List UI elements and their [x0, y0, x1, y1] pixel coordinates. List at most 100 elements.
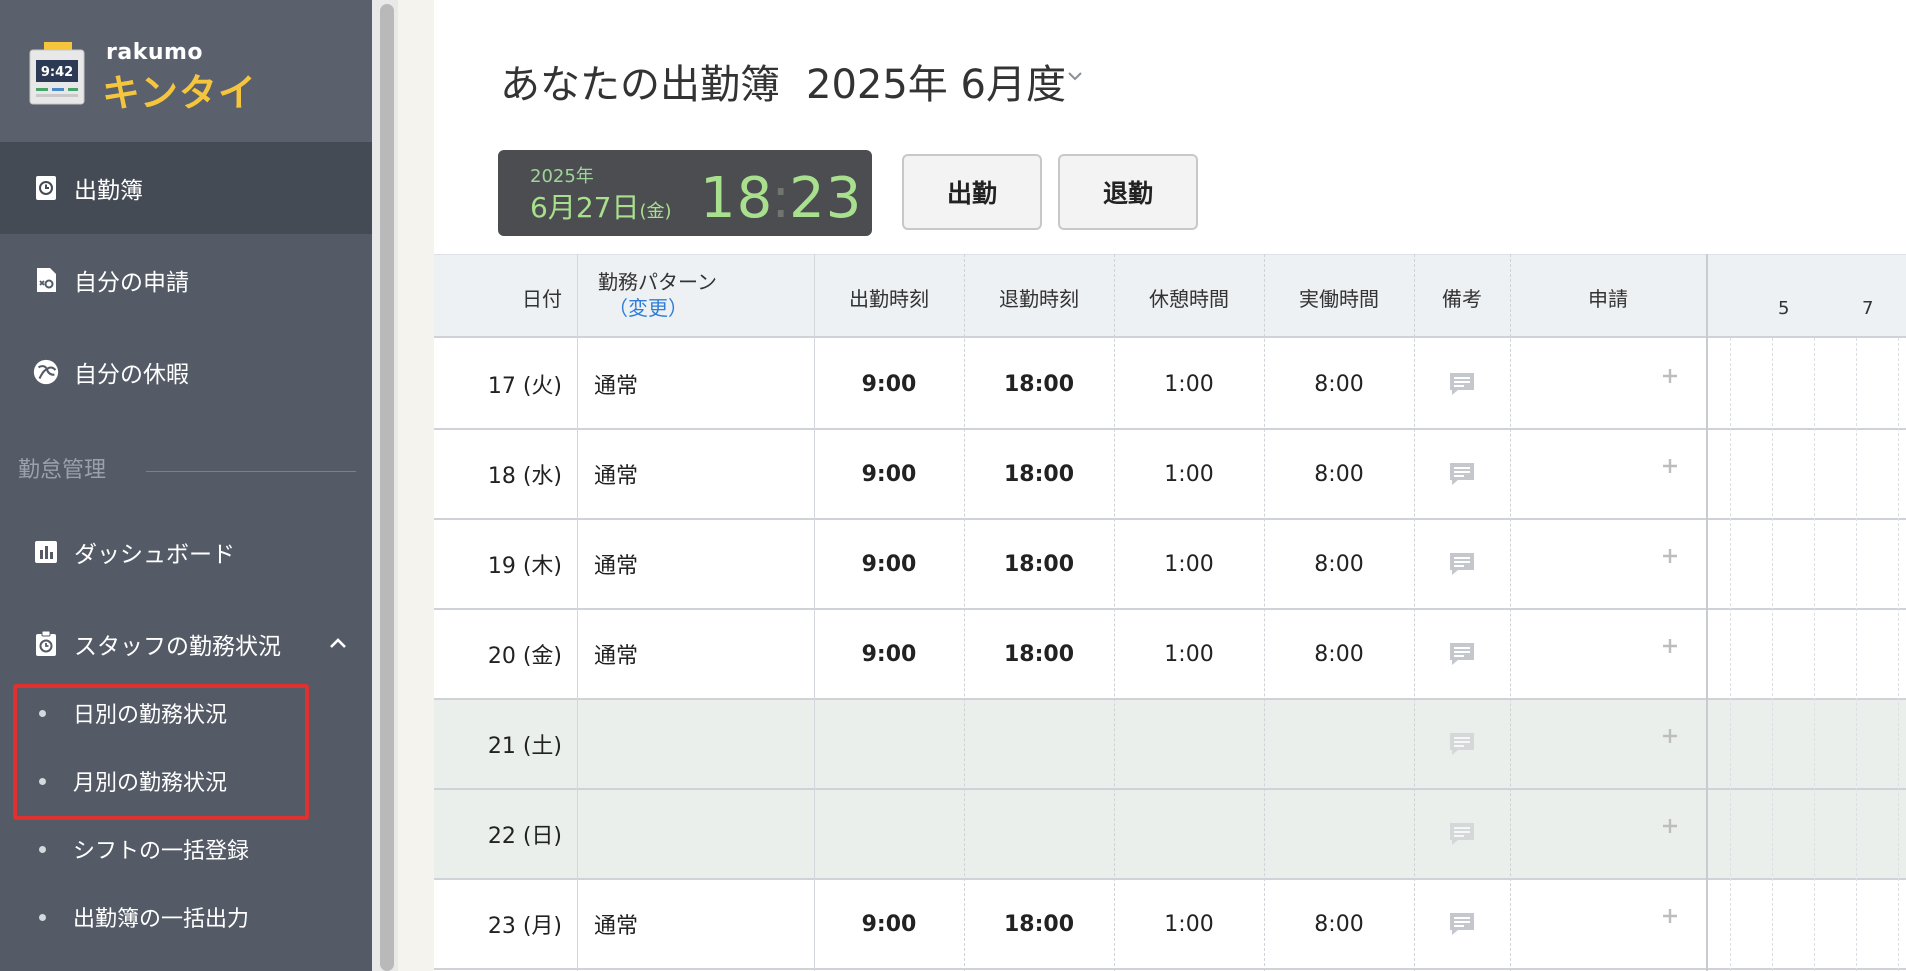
column-header-pattern-label: 勤務パターン [598, 270, 717, 294]
table-row[interactable]: 17 (火) 通常 9:00 18:00 1:00 8:00 [434, 340, 1906, 430]
brand-name: キンタイ [102, 71, 257, 115]
cell-end-time: 18:00 [1003, 911, 1075, 937]
cell-start-time: 9:00 [861, 551, 917, 577]
column-divider [1510, 254, 1511, 971]
cell-actual-time: 8:00 [1314, 641, 1364, 667]
annotation-highlight-box [13, 684, 309, 820]
cell-pattern: 通常 [594, 914, 639, 939]
add-request-button[interactable] [1634, 610, 1706, 698]
cell-pattern [594, 790, 794, 878]
cell-actual-time [1264, 700, 1414, 788]
sidebar-item-my-leave[interactable]: 自分の休暇 [0, 326, 372, 418]
chevron-up-icon[interactable] [328, 636, 348, 650]
main-content: あなたの出勤簿 2025年 6月度 2025年 6月27日(金) 18:23 出… [434, 0, 1906, 971]
cell-start-time: 9:00 [861, 461, 917, 487]
timeline-divider [1706, 254, 1708, 971]
timeline-gridline [1856, 338, 1857, 971]
cell-actual-time: 8:00 [1314, 911, 1364, 937]
logo-area[interactable]: 9:42 rakumo キンタイ [0, 0, 372, 142]
sidebar-item-attendance-book[interactable]: 出勤簿 [0, 142, 372, 234]
table-row[interactable]: 21 (土) [434, 700, 1906, 790]
clock-minute: 23 [789, 166, 863, 231]
column-header-actual: 実働時間 [1299, 286, 1379, 311]
add-request-button[interactable] [1634, 790, 1706, 878]
column-header-start: 出勤時刻 [849, 286, 929, 311]
bullet-dot [39, 845, 46, 853]
column-header-end: 退勤時刻 [999, 286, 1079, 311]
cell-break-time: 1:00 [1164, 641, 1214, 667]
section-label-attendance-management: 勤怠管理 [18, 458, 107, 483]
clock-hour: 18 [700, 166, 774, 231]
comment-icon[interactable] [1414, 700, 1510, 788]
sidebar-subitem-bulk-shift[interactable]: シフトの一括登録 [0, 816, 372, 882]
table-row[interactable]: 20 (金) 通常 9:00 18:00 1:00 8:00 [434, 610, 1906, 700]
comment-icon[interactable] [1414, 520, 1510, 608]
cell-end-time: 18:00 [1003, 551, 1075, 577]
sidebar-item-my-requests[interactable]: 自分の申請 [0, 234, 372, 326]
table-header: 日付 勤務パターン （変更） 出勤時刻 退勤時刻 休憩時間 実働時間 備考 申請 [434, 254, 1906, 338]
palm-tree-icon [32, 358, 60, 386]
clock-in-button[interactable]: 出勤 [902, 154, 1042, 230]
sidebar-item-dashboard[interactable]: ダッシュボード [0, 506, 372, 598]
sidebar: 9:42 rakumo キンタイ 出勤簿 自分の申請 自分の休暇 勤怠管理 ダッ… [0, 0, 372, 971]
clock-time: 18:23 [700, 166, 862, 231]
column-divider [577, 254, 578, 971]
bar-chart-icon [32, 538, 60, 566]
cell-date: 19 (木) [487, 554, 562, 579]
comment-icon[interactable] [1414, 790, 1510, 878]
sidebar-item-label: 自分の休暇 [74, 362, 189, 388]
kintai-logo-icon: 9:42 [29, 42, 85, 105]
cell-pattern: 通常 [594, 644, 639, 669]
table-row[interactable]: 18 (水) 通常 9:00 18:00 1:00 8:00 [434, 430, 1906, 520]
cell-date: 22 (日) [487, 824, 562, 849]
cell-start-time: 9:00 [861, 911, 917, 937]
current-time-display: 2025年 6月27日(金) 18:23 [498, 150, 872, 236]
bullet-dot [39, 913, 46, 921]
cell-pattern [594, 700, 794, 788]
sidebar-subitem-bulk-export[interactable]: 出勤簿の一括出力 [0, 884, 372, 950]
column-divider [1114, 254, 1115, 971]
table-row[interactable]: 19 (木) 通常 9:00 18:00 1:00 8:00 [434, 520, 1906, 610]
sidebar-scrollbar-thumb[interactable] [380, 4, 394, 971]
cell-date: 21 (土) [487, 734, 562, 759]
cell-end-time [964, 700, 1114, 788]
clock-day-of-week: (金) [639, 201, 672, 222]
cell-actual-time: 8:00 [1314, 461, 1364, 487]
period-selector[interactable]: 2025年 6月度 [806, 52, 1066, 110]
comment-icon[interactable] [1414, 430, 1510, 518]
cell-start-time [814, 700, 964, 788]
cell-actual-time: 8:00 [1314, 371, 1364, 397]
chevron-down-icon[interactable] [1066, 70, 1084, 82]
sidebar-subitem-label: 出勤簿の一括出力 [73, 907, 250, 932]
comment-icon[interactable] [1414, 880, 1510, 968]
cell-break-time [1114, 700, 1264, 788]
cell-actual-time [1264, 790, 1414, 878]
timeline-tick-label: 7 [1862, 298, 1874, 319]
sidebar-item-label: スタッフの勤務状況 [74, 634, 281, 660]
comment-icon[interactable] [1414, 610, 1510, 698]
add-request-button[interactable] [1634, 340, 1706, 428]
cell-end-time [964, 790, 1114, 878]
clock-out-button[interactable]: 退勤 [1058, 154, 1198, 230]
cell-start-time [814, 790, 964, 878]
request-doc-icon [32, 266, 60, 294]
page-title: あなたの出勤簿 [500, 62, 780, 108]
add-request-button[interactable] [1634, 700, 1706, 788]
add-request-button[interactable] [1634, 520, 1706, 608]
cell-end-time: 18:00 [1003, 371, 1075, 397]
clock-book-icon [32, 174, 60, 202]
column-divider [814, 254, 815, 971]
cell-break-time: 1:00 [1164, 461, 1214, 487]
cell-date: 17 (火) [487, 374, 562, 399]
sidebar-item-staff-status[interactable]: スタッフの勤務状況 [0, 598, 372, 690]
table-row[interactable]: 23 (月) 通常 9:00 18:00 1:00 8:00 [434, 880, 1906, 970]
add-request-button[interactable] [1634, 430, 1706, 518]
clock-date-text: 6月27日 [530, 191, 640, 224]
sidebar-item-label: 自分の申請 [74, 270, 189, 296]
add-request-button[interactable] [1634, 880, 1706, 968]
svg-text:9:42: 9:42 [41, 65, 73, 80]
timeline-tick-label: 5 [1778, 298, 1790, 319]
comment-icon[interactable] [1414, 340, 1510, 428]
change-pattern-link[interactable]: （変更） [608, 295, 717, 321]
table-row[interactable]: 22 (日) [434, 790, 1906, 880]
